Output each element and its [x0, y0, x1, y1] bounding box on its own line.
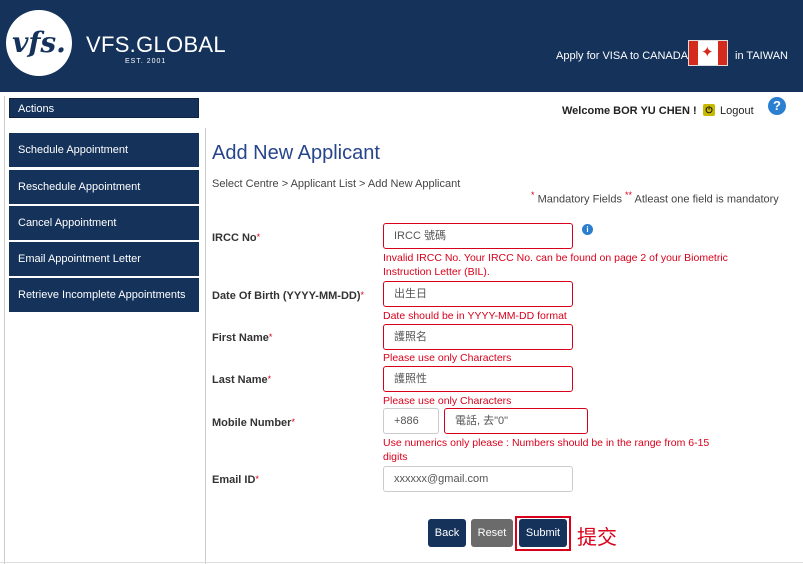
mobile-label: Mobile Number* — [212, 417, 295, 429]
breadcrumb[interactable]: Select Centre > Applicant List > Add New… — [212, 178, 460, 190]
first-name-error: Please use only Characters — [383, 352, 512, 364]
header: vfs. VFS.GLOBAL EST. 2001 Apply for VISA… — [0, 0, 803, 92]
sidebar-item-cancel[interactable]: Cancel Appointment — [9, 206, 199, 240]
sidebar-item-email-letter[interactable]: Email Appointment Letter — [9, 242, 199, 276]
reset-button[interactable]: Reset — [471, 519, 513, 547]
submit-highlight — [515, 516, 571, 551]
submit-annotation: 提交 — [577, 527, 617, 549]
brand-est: EST. 2001 — [125, 58, 167, 65]
mandatory-note: * Mandatory Fields ** Atleast one field … — [531, 190, 779, 206]
welcome-text: Welcome BOR YU CHEN ! — [562, 105, 697, 117]
ircc-label: IRCC No* — [212, 232, 261, 244]
dob-input[interactable]: 出生日 — [383, 281, 573, 307]
content-divider — [205, 128, 206, 564]
last-name-label: Last Name* — [212, 374, 272, 386]
sidebar-item-retrieve[interactable]: Retrieve Incomplete Appointments — [9, 278, 199, 312]
content-left-border — [4, 96, 5, 564]
power-icon[interactable]: ⏻ — [703, 104, 715, 116]
email-input[interactable]: xxxxxx@gmail.com — [383, 466, 573, 492]
dob-error: Date should be in YYYY-MM-DD format — [383, 310, 567, 322]
brand-name: VFS.GLOBAL — [86, 32, 226, 57]
bottom-divider — [0, 562, 803, 563]
email-label: Email ID* — [212, 474, 259, 486]
help-icon[interactable]: ? — [768, 97, 786, 115]
location-text: in TAIWAN — [735, 50, 788, 62]
back-button[interactable]: Back — [428, 519, 466, 547]
first-name-input[interactable]: 護照名 — [383, 324, 573, 350]
last-name-error: Please use only Characters — [383, 395, 512, 407]
sidebar-item-schedule[interactable]: Schedule Appointment — [9, 133, 199, 167]
sidebar-item-reschedule[interactable]: Reschedule Appointment — [9, 170, 199, 204]
first-name-label: First Name* — [212, 332, 273, 344]
mobile-error: Use numerics only please : Numbers shoul… — [383, 437, 710, 463]
sidebar-title: Actions — [9, 98, 199, 118]
last-name-input[interactable]: 護照性 — [383, 366, 573, 392]
country-code-input[interactable]: +886 — [383, 408, 439, 434]
dob-label: Date Of Birth (YYYY-MM-DD)* — [212, 290, 365, 302]
page-title: Add New Applicant — [212, 142, 380, 164]
mobile-input[interactable]: 電話, 去"0" — [444, 408, 588, 434]
canada-flag-icon: ✦ — [688, 40, 728, 66]
ircc-error: Invalid IRCC No. Your IRCC No. can be fo… — [383, 252, 728, 278]
apply-visa-text: Apply for VISA to CANADA — [556, 50, 689, 62]
vfs-logo[interactable]: vfs. — [6, 10, 72, 76]
logout-link[interactable]: Logout — [720, 105, 754, 117]
ircc-input[interactable]: IRCC 號碼 — [383, 223, 573, 249]
info-icon[interactable]: i — [582, 224, 593, 235]
